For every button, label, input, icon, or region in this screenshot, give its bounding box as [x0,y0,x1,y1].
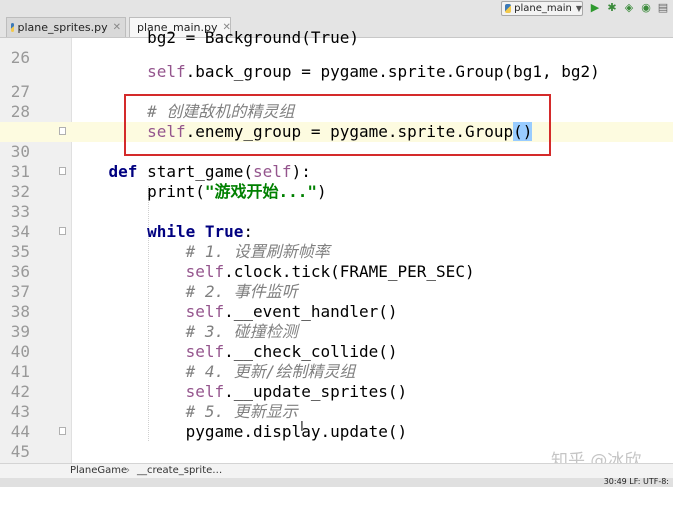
status-bar: 30:49 LF: UTF-8: [0,477,673,487]
code-line: 34 [0,202,673,241]
code-text: print("游戏开始...") [70,182,327,201]
fold-marker-icon[interactable] [59,427,66,435]
breadcrumb: PlaneGame › __create_sprite… [0,463,673,478]
code-line: 32 def start_game(self): [0,162,673,201]
code-text: self.back_group = pygame.sprite.Group(bg… [147,62,600,81]
status-text: 30:49 LF: UTF-8: [603,477,669,486]
code-comment: # 5. 更新显示 [70,402,298,421]
code-text: pygame.display.update() [70,422,408,441]
code-comment: # 4. 更新/绘制精灵组 [70,362,356,381]
code-line: 45 pygame.display.update() [0,422,673,461]
code-line: 35 while True: [0,222,673,261]
code-text: def start_game(self): [108,162,311,181]
code-line: 41 self.__check_collide() [0,342,673,381]
code-text: self.__update_sprites() [185,382,408,401]
code-line: 44 # 5. 更新显示 [0,402,673,441]
code-line: 27 self.back_group = pygame.sprite.Group… [0,62,673,101]
code-line: 38 # 2. 事件监听 [0,282,673,321]
code-text: self.clock.tick(FRAME_PER_SEC) [185,262,475,281]
code-line: 43 self.__update_sprites() [0,382,673,421]
code-line: 36 # 1. 设置刷新帧率 [0,242,673,281]
highlight-box [124,94,551,156]
code-comment: # 3. 碰撞检测 [70,322,298,341]
code-line: 40 # 3. 碰撞检测 [0,322,673,361]
code-text: self.__check_collide() [185,342,398,361]
breadcrumb-item[interactable]: __create_sprite… [137,464,222,478]
code-comment: # 2. 事件监听 [70,282,298,301]
code-text: bg2 = Background(True) [70,28,359,47]
code-line: 33 print("游戏开始...") [0,182,673,221]
code-line: 37 self.clock.tick(FRAME_PER_SEC) [0,262,673,301]
code-line: 39 self.__event_handler() [0,302,673,341]
breadcrumb-item[interactable]: PlaneGame [70,464,127,478]
run-icon[interactable]: ▶ [589,2,601,14]
breadcrumb-separator: › [126,465,130,476]
fold-marker-icon[interactable] [59,127,66,135]
fold-marker-icon[interactable] [59,167,66,175]
text-cursor-icon: Ⅰ [300,420,304,435]
code-line: 42 # 4. 更新/绘制精灵组 [0,362,673,401]
python-file-icon [505,4,512,13]
code-text: while True: [147,222,254,241]
code-text: self.__event_handler() [185,302,398,321]
coverage-icon[interactable]: ◈ [623,2,635,14]
code-comment: # 1. 设置刷新帧率 [70,242,330,261]
run-configuration-label: plane_main [514,3,572,14]
chevron-down-icon: ▼ [575,4,582,13]
concurrency-icon[interactable]: ▤ [657,2,669,14]
fold-marker-icon[interactable] [59,227,66,235]
profile-icon[interactable]: ◉ [640,2,652,14]
run-configuration-select[interactable]: plane_main ▼ [501,1,583,16]
code-line: 26 bg2 = Background(True) [0,28,673,67]
debug-icon[interactable]: ✱ [606,2,618,14]
